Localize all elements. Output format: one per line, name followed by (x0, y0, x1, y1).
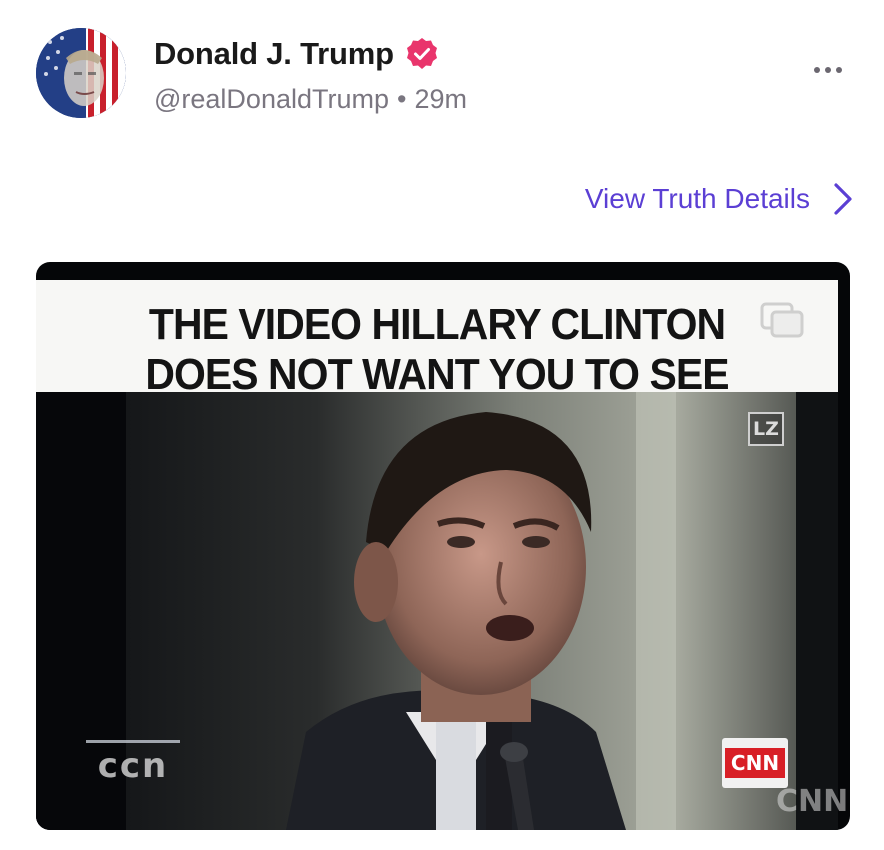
post-meta: @realDonaldTrump • 29m (154, 84, 467, 115)
post-timestamp[interactable]: 29m (414, 84, 467, 114)
video-caption-line-1: THE VIDEO HILLARY CLINTON (148, 300, 726, 349)
channel-watermark-badge: LZ (748, 412, 784, 446)
meta-separator: • (397, 84, 407, 114)
verified-badge-icon (404, 36, 440, 72)
author-name-row: Donald J. Trump (154, 36, 440, 72)
view-truth-details-label: View Truth Details (584, 183, 810, 214)
more-dot (836, 67, 842, 73)
more-dot (814, 67, 820, 73)
author-handle[interactable]: @realDonaldTrump (154, 84, 389, 114)
ccn-watermark: ccn (86, 740, 180, 793)
more-options-icon[interactable] (810, 60, 846, 80)
more-dot (825, 67, 831, 73)
video-player[interactable]: THE VIDEO HILLARY CLINTON DOES NOT WANT … (36, 262, 850, 830)
network-ghost-watermark: CNN (776, 784, 849, 819)
copy-icon (760, 302, 804, 338)
truth-post: Donald J. Trump @realDonaldTrump • 29m Vie… (0, 0, 884, 850)
network-logo: CNN (722, 738, 788, 788)
chevron-right-icon (834, 183, 852, 215)
author-name[interactable]: Donald J. Trump (154, 36, 394, 72)
video-caption-banner: THE VIDEO HILLARY CLINTON DOES NOT WANT … (36, 280, 838, 399)
author-avatar[interactable] (36, 28, 126, 118)
view-truth-details-button[interactable]: View Truth Details (585, 182, 854, 216)
network-logo-text: CNN (724, 748, 786, 778)
